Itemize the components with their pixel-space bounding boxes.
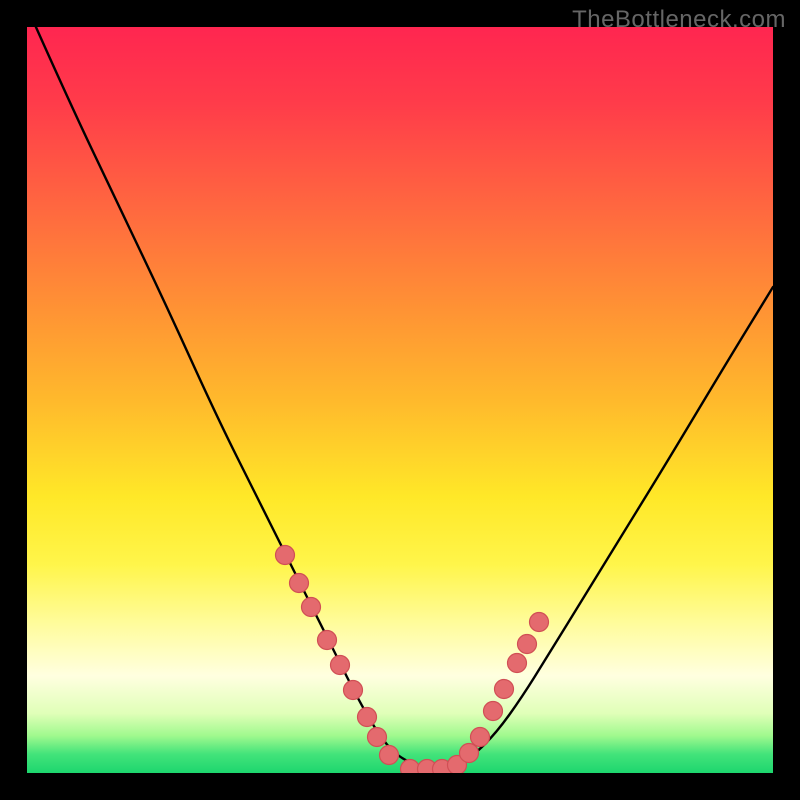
marker-dot bbox=[380, 746, 399, 765]
marker-dot bbox=[471, 728, 490, 747]
marker-dot bbox=[495, 680, 514, 699]
marker-dot bbox=[302, 598, 321, 617]
marker-dot bbox=[331, 656, 350, 675]
marker-dot bbox=[401, 760, 420, 774]
marker-dot bbox=[518, 635, 537, 654]
bottleneck-curve-line bbox=[27, 27, 773, 769]
marker-dots bbox=[276, 546, 549, 774]
marker-dot bbox=[276, 546, 295, 565]
marker-dot bbox=[290, 574, 309, 593]
marker-dot bbox=[344, 681, 363, 700]
marker-dot bbox=[530, 613, 549, 632]
marker-dot bbox=[484, 702, 503, 721]
marker-dot bbox=[358, 708, 377, 727]
marker-dot bbox=[368, 728, 387, 747]
bottleneck-chart bbox=[27, 27, 773, 773]
plot-area bbox=[27, 27, 773, 773]
marker-dot bbox=[318, 631, 337, 650]
marker-dot bbox=[508, 654, 527, 673]
outer-frame: TheBottleneck.com bbox=[0, 0, 800, 800]
marker-dot bbox=[460, 744, 479, 763]
watermark-text: TheBottleneck.com bbox=[572, 6, 786, 34]
